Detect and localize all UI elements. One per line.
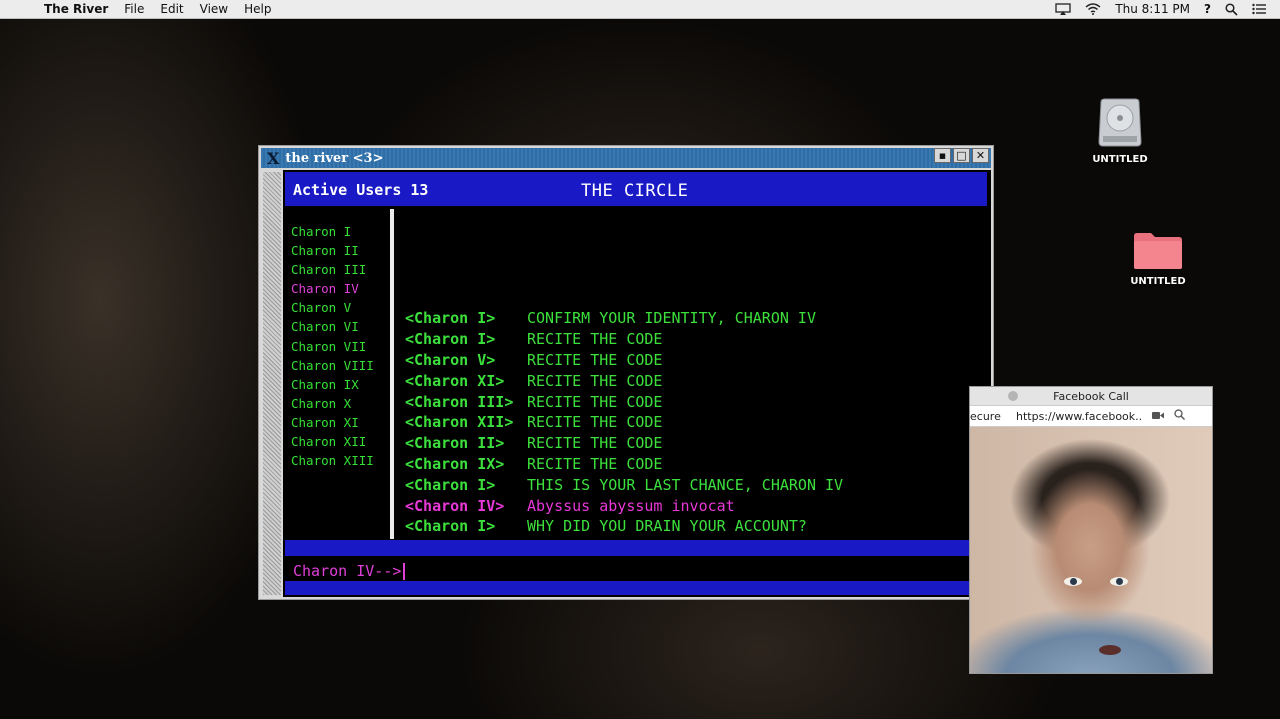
message-log: <Charon I> CONFIRM YOUR IDENTITY, CHARON …	[405, 308, 843, 537]
user-item[interactable]: Charon X	[291, 394, 374, 413]
desktop-folder-label: UNTITLED	[1130, 276, 1186, 287]
scrollbar[interactable]	[263, 172, 281, 595]
user-item[interactable]: Charon III	[291, 260, 374, 279]
menu-edit[interactable]: Edit	[160, 2, 183, 16]
facebook-call-window: Facebook Call ecure https://www.facebook…	[969, 386, 1213, 674]
message-text: RECITE THE CODE	[527, 330, 663, 349]
message-sender: <Charon V>	[405, 350, 496, 369]
chat-message: <Charon I> RECITE THE CODE	[405, 329, 843, 350]
url-bar[interactable]: ecure https://www.facebook....	[970, 405, 1212, 427]
user-item[interactable]: Charon VII	[291, 337, 374, 356]
user-item[interactable]: Charon XIII	[291, 451, 374, 470]
video-eye	[1064, 577, 1082, 586]
folder-icon	[1134, 233, 1182, 269]
prompt-label: Charon IV-->	[293, 562, 402, 580]
bottom-bar	[285, 581, 991, 595]
message-text: RECITE THE CODE	[527, 454, 663, 473]
menu-extras: Thu 8:11 PM ?	[1055, 0, 1266, 18]
close-dot-icon[interactable]	[1008, 391, 1018, 401]
notification-center-icon[interactable]	[1252, 3, 1266, 15]
chat-message: <Charon I> THIS IS YOUR LAST CHANCE, CHAR…	[405, 474, 843, 495]
chat-message: <Charon I> CONFIRM YOUR IDENTITY, CHARON …	[405, 308, 843, 329]
message-text: Abyssus abyssum invocat	[527, 496, 735, 515]
message-sender: <Charon I>	[405, 517, 496, 536]
chat-message: <Charon XI> RECITE THE CODE	[405, 370, 843, 391]
video-eye	[1110, 577, 1128, 586]
chat-message: <Charon IX> RECITE THE CODE	[405, 454, 843, 475]
x-logo-icon: X	[267, 148, 280, 168]
terminal[interactable]: Active Users 13 THE CIRCLE Charon I Char…	[283, 170, 991, 597]
url-text[interactable]: https://www.facebook....	[1016, 410, 1142, 423]
pane-divider	[390, 209, 394, 539]
secure-label: ecure	[970, 409, 1001, 423]
command-input[interactable]: Charon IV-->	[293, 562, 406, 580]
xterm-window: X the river <3> ▪ □ ✕ Active Users 13 TH…	[258, 145, 994, 600]
message-sender: <Charon XII>	[405, 413, 514, 432]
user-item[interactable]: Charon VIII	[291, 356, 374, 375]
message-text: THIS IS YOUR LAST CHANCE, CHARON IV	[527, 475, 844, 494]
airplay-icon[interactable]	[1055, 3, 1071, 15]
message-text: RECITE THE CODE	[527, 371, 663, 390]
desktop-folder[interactable]: UNTITLED	[1113, 230, 1203, 287]
call-title: Facebook Call	[1053, 389, 1129, 403]
message-sender: <Charon IX>	[405, 454, 505, 473]
room-title: THE CIRCLE	[581, 181, 689, 201]
message-sender: <Charon I>	[405, 309, 496, 328]
message-text: WHY DID YOU DRAIN YOUR ACCOUNT?	[527, 517, 807, 536]
chat-message: <Charon I> WHY DID YOU DRAIN YOUR ACCOUNT…	[405, 516, 843, 537]
wifi-icon[interactable]	[1085, 3, 1101, 15]
call-titlebar[interactable]: Facebook Call	[970, 387, 1212, 405]
user-list: Charon I Charon II Charon III Charon IV …	[291, 222, 374, 470]
message-sender: <Charon I>	[405, 330, 496, 349]
message-text: CONFIRM YOUR IDENTITY, CHARON IV	[527, 309, 816, 328]
window-title: the river <3>	[285, 150, 384, 166]
message-sender: <Charon III>	[405, 392, 514, 411]
window-buttons: ▪ □ ✕	[934, 148, 989, 163]
zoom-icon[interactable]	[1174, 409, 1185, 423]
menu-help[interactable]: Help	[244, 2, 271, 16]
maximize-button[interactable]: □	[953, 148, 970, 163]
desktop-drive-label: UNTITLED	[1092, 154, 1148, 165]
window-titlebar[interactable]: X the river <3>	[261, 148, 991, 168]
message-sender: <Charon IV>	[405, 496, 505, 515]
desktop-drive[interactable]: UNTITLED	[1075, 98, 1165, 165]
chat-message: <Charon XII> RECITE THE CODE	[405, 412, 843, 433]
user-item[interactable]: Charon XI	[291, 413, 374, 432]
chat-message: <Charon II> RECITE THE CODE	[405, 433, 843, 454]
hard-drive-icon	[1098, 98, 1142, 147]
message-text: RECITE THE CODE	[527, 413, 663, 432]
menu-bar: The River File Edit View Help Thu 8:11 P…	[0, 0, 1280, 19]
video-camera-icon[interactable]	[1152, 410, 1164, 423]
close-button[interactable]: ✕	[972, 148, 989, 163]
message-sender: <Charon XI>	[405, 371, 505, 390]
status-bar	[285, 540, 987, 556]
message-sender: <Charon II>	[405, 434, 505, 453]
help-icon[interactable]: ?	[1204, 2, 1211, 16]
clock[interactable]: Thu 8:11 PM	[1115, 2, 1190, 16]
user-item[interactable]: Charon II	[291, 241, 374, 260]
chat-header: Active Users 13 THE CIRCLE	[285, 172, 987, 206]
menu-file[interactable]: File	[124, 2, 144, 16]
webcam-video	[970, 427, 1212, 673]
user-item[interactable]: Charon IX	[291, 375, 374, 394]
message-sender: <Charon I>	[405, 475, 496, 494]
message-text: RECITE THE CODE	[527, 350, 663, 369]
menu-view[interactable]: View	[200, 2, 228, 16]
message-text: RECITE THE CODE	[527, 434, 663, 453]
spotlight-search-icon[interactable]	[1225, 2, 1238, 16]
user-item[interactable]: Charon VI	[291, 317, 374, 336]
minimize-button[interactable]: ▪	[934, 148, 951, 163]
text-cursor	[403, 563, 406, 580]
chat-message: <Charon V> RECITE THE CODE	[405, 350, 843, 371]
active-users-count: Active Users 13	[293, 181, 429, 199]
chat-message-self: <Charon IV> Abyssus abyssum invocat	[405, 495, 843, 516]
user-item-self[interactable]: Charon IV	[291, 279, 374, 298]
chat-message: <Charon III> RECITE THE CODE	[405, 391, 843, 412]
video-mouth	[1099, 645, 1121, 655]
user-item[interactable]: Charon I	[291, 222, 374, 241]
user-item[interactable]: Charon V	[291, 298, 374, 317]
menu-app-name[interactable]: The River	[44, 2, 108, 16]
message-text: RECITE THE CODE	[527, 392, 663, 411]
user-item[interactable]: Charon XII	[291, 432, 374, 451]
